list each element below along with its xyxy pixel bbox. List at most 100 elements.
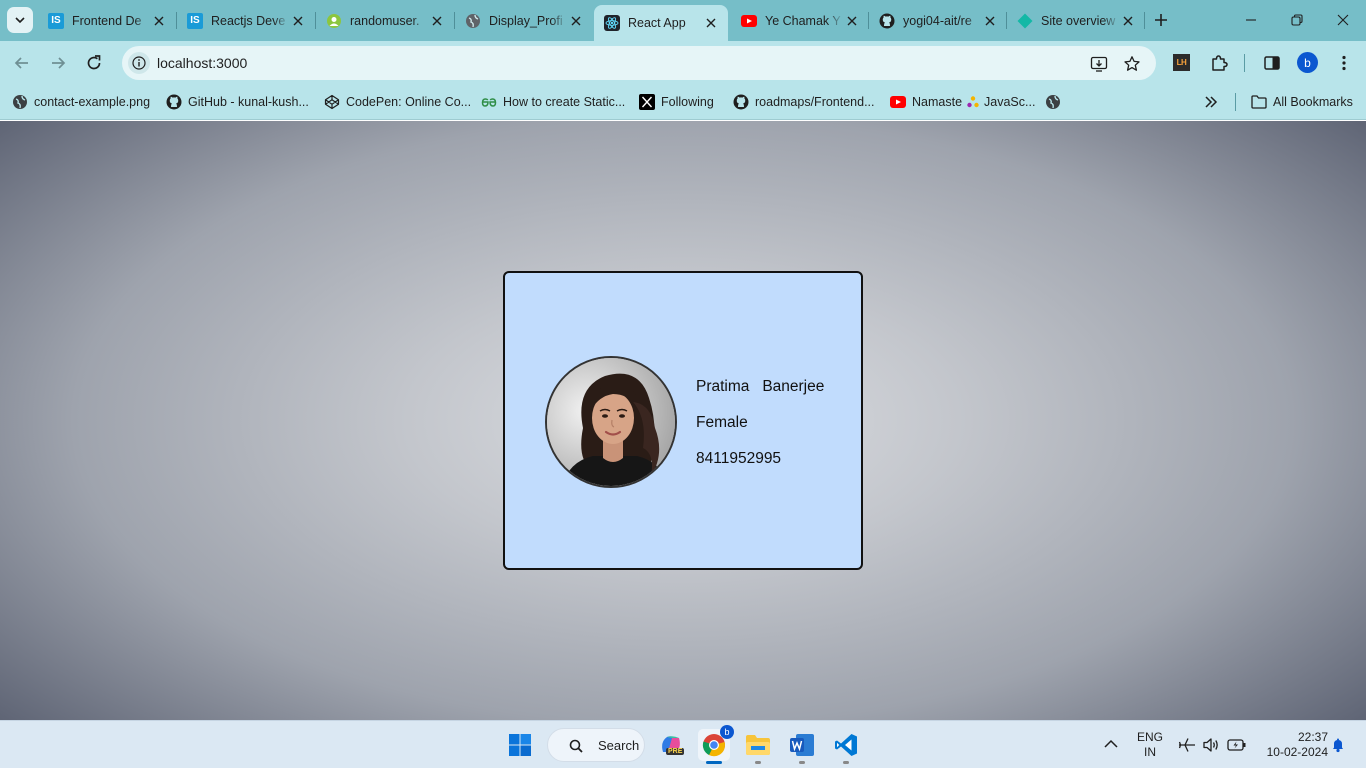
is-favicon-icon: IS [187, 12, 203, 29]
github-icon [733, 94, 749, 110]
chrome-taskbar-button[interactable]: b [698, 725, 734, 764]
tab-title: yogi04-ait/re [903, 13, 972, 28]
start-button[interactable] [504, 729, 536, 761]
page-content: Pratima Banerjee Female 8411952995 [0, 121, 1366, 720]
close-icon[interactable] [569, 14, 583, 28]
youtube-icon [890, 94, 906, 110]
new-tab-plus-icon[interactable] [1152, 11, 1170, 29]
airplane-mode-icon[interactable] [1178, 737, 1196, 753]
close-icon[interactable] [291, 14, 305, 28]
javascript-emoji-icon [966, 95, 980, 109]
battery-charging-icon[interactable] [1227, 737, 1247, 753]
copilot-pre-badge: PRE [666, 748, 685, 755]
all-bookmarks-button[interactable]: All Bookmarks [1251, 92, 1353, 112]
browser-toolbar: localhost:3000 LH b [0, 41, 1366, 85]
window-close-icon[interactable] [1336, 13, 1350, 27]
install-app-icon[interactable] [1090, 55, 1108, 73]
close-icon[interactable] [704, 16, 718, 30]
codepen-icon [324, 94, 340, 110]
restore-icon[interactable] [1290, 13, 1304, 27]
clock[interactable]: 22:37 10-02-2024 [1256, 730, 1328, 760]
address-url[interactable]: localhost:3000 [157, 55, 247, 71]
chevron-up-icon[interactable] [1104, 739, 1118, 749]
tab-title: Frontend De [72, 13, 142, 28]
minimize-icon[interactable] [1244, 13, 1258, 27]
address-bar[interactable]: localhost:3000 [122, 46, 1156, 80]
word-button[interactable] [786, 729, 818, 764]
close-icon[interactable] [430, 14, 444, 28]
globe-favicon-icon [465, 13, 481, 29]
close-icon[interactable] [1121, 14, 1135, 28]
forward-arrow-icon[interactable] [48, 53, 68, 73]
reload-icon[interactable] [84, 53, 104, 73]
bookmark-github-kunal[interactable]: GitHub - kunal-kush... [166, 92, 309, 112]
tab-frontend-dev[interactable]: IS Frontend De [38, 6, 176, 35]
bookmark-label: GitHub - kunal-kush... [188, 95, 309, 109]
region-code: IN [1144, 745, 1156, 759]
bookmark-roadmaps[interactable]: roadmaps/Frontend... [733, 92, 875, 112]
folder-icon [1251, 94, 1267, 110]
bookmark-codepen[interactable]: CodePen: Online Co... [324, 92, 471, 112]
tab-site-overview[interactable]: Site overview [1007, 6, 1145, 35]
running-indicator [843, 761, 849, 764]
language-code: ENG [1136, 730, 1163, 744]
windows-taskbar: Search PRE b ENG IN 22:37 10-02-2024 [0, 720, 1366, 768]
vscode-button[interactable] [830, 729, 862, 764]
volume-icon[interactable] [1202, 736, 1220, 754]
tab-title: Site overview [1041, 13, 1116, 28]
all-bookmarks-label: All Bookmarks [1273, 95, 1353, 109]
word-icon [790, 734, 814, 756]
running-indicator [755, 761, 761, 764]
side-panel-icon[interactable] [1262, 53, 1282, 73]
tab-ye-chamak[interactable]: Ye Chamak Y [731, 6, 869, 35]
tab-search-button[interactable] [7, 7, 33, 33]
lighthouse-extension-icon[interactable]: LH [1173, 54, 1190, 71]
tab-title: Reactjs Deve [211, 13, 286, 28]
tab-display-profile[interactable]: Display_Profi [455, 6, 593, 35]
profile-info: Pratima Banerjee Female 8411952995 [696, 377, 824, 485]
notification-bell-icon[interactable] [1330, 737, 1346, 753]
double-chevron-right-icon[interactable] [1204, 95, 1218, 109]
tab-title: randomuser. [350, 13, 420, 28]
tab-reactjs-dev[interactable]: IS Reactjs Deve [177, 6, 315, 35]
youtube-favicon-icon [741, 13, 757, 29]
bookmark-label: How to create Static... [503, 95, 626, 109]
bookmark-gfg[interactable]: How to create Static... [481, 92, 625, 112]
extensions-puzzle-icon[interactable] [1209, 53, 1229, 73]
tab-strip: IS Frontend De IS Reactjs Deve randomuse… [0, 0, 1366, 41]
bookmark-label: roadmaps/Frontend... [755, 95, 875, 109]
folder-icon [746, 735, 770, 755]
bookmark-globe[interactable] [1045, 92, 1067, 112]
taskbar-search[interactable]: Search [547, 728, 645, 762]
profile-avatar[interactable]: b [1297, 52, 1318, 73]
close-icon[interactable] [983, 14, 997, 28]
profile-gender: Female [696, 414, 748, 431]
back-arrow-icon[interactable] [12, 53, 32, 73]
site-info-icon[interactable] [128, 52, 150, 74]
profile-card: Pratima Banerjee Female 8411952995 [503, 271, 863, 570]
copilot-button[interactable]: PRE [655, 729, 687, 761]
bookmark-contact-example[interactable]: contact-example.png [12, 92, 150, 112]
close-icon[interactable] [845, 14, 859, 28]
tab-react-app[interactable]: React App [594, 5, 728, 41]
close-icon[interactable] [152, 14, 166, 28]
active-indicator [706, 761, 722, 764]
bookmark-x-following[interactable]: Following [639, 92, 714, 112]
bookmark-star-icon[interactable] [1123, 55, 1141, 73]
bookmark-label: contact-example.png [34, 95, 151, 109]
kebab-menu-icon[interactable] [1334, 53, 1354, 73]
x-icon [639, 94, 655, 110]
is-favicon-icon: IS [48, 12, 64, 29]
tab-title: Ye Chamak Y [765, 13, 841, 28]
bookmark-label: Namaste [912, 95, 963, 109]
profile-phone: 8411952995 [696, 450, 782, 467]
tab-title: React App [628, 16, 686, 30]
toolbar-separator [1244, 54, 1245, 72]
netlify-favicon-icon [1017, 13, 1033, 29]
tab-github-repo[interactable]: yogi04-ait/re [869, 6, 1007, 35]
file-explorer-button[interactable] [742, 729, 774, 764]
tab-randomuser[interactable]: randomuser. [316, 6, 454, 35]
clock-time: 22:37 [1297, 730, 1328, 744]
bookmark-namaste-js[interactable]: Namaste JavaSc... [890, 92, 1035, 112]
language-indicator[interactable]: ENG IN [1134, 730, 1166, 760]
